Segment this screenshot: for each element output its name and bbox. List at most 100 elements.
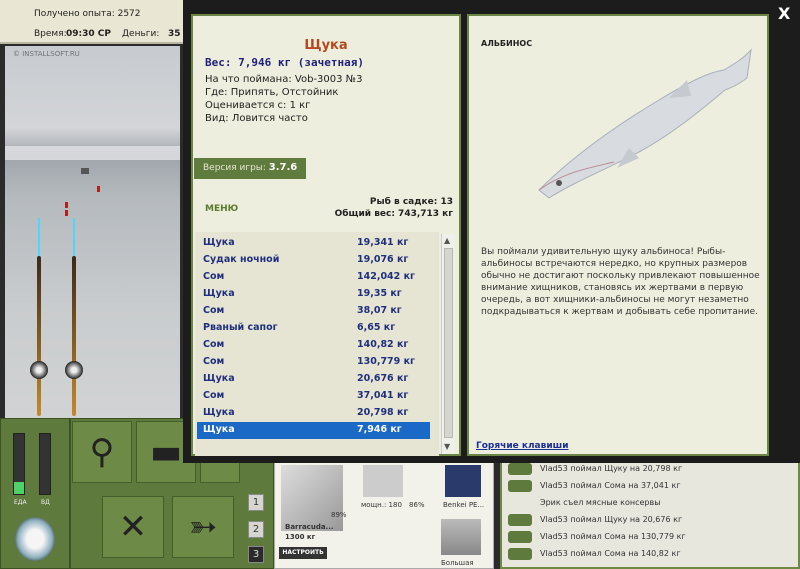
catch-row[interactable]: Щука 19,35 кг bbox=[197, 286, 430, 303]
fish-icon bbox=[508, 514, 532, 526]
rod-name: Barracuda... bbox=[285, 523, 334, 531]
float-marker bbox=[97, 186, 100, 192]
boat-silhouette bbox=[81, 168, 89, 174]
catch-row[interactable]: Сом 38,07 кг bbox=[197, 303, 430, 320]
rod-image[interactable] bbox=[281, 465, 343, 531]
status-panel: ЕДА ВД bbox=[0, 418, 70, 569]
build-button[interactable]: НАСТРОИТЬ bbox=[279, 547, 327, 559]
catch-row[interactable]: Сом 142,042 кг bbox=[197, 269, 430, 286]
watermark: © INSTALLSOFT.RU bbox=[13, 50, 80, 58]
vd-meter bbox=[39, 433, 51, 495]
catch-row[interactable]: Щука 19,341 кг bbox=[197, 235, 430, 252]
rod-tool-icon[interactable]: ⚲ bbox=[72, 421, 132, 483]
slot-button-2[interactable]: 2 bbox=[248, 521, 264, 538]
catch-fish-name: Щука bbox=[203, 407, 235, 418]
cutlery-icon[interactable]: ✕ bbox=[102, 496, 164, 558]
version-value: 3.7.6 bbox=[268, 162, 298, 173]
line-image[interactable] bbox=[445, 465, 481, 497]
reel-image[interactable] bbox=[363, 465, 403, 497]
hotkeys-link[interactable]: Горячие клавиши bbox=[476, 441, 569, 451]
keepnet-count: Рыб в садке: 13 bbox=[369, 197, 453, 207]
catch-info-panel: Щука Вес: 7,946 кг (зачетная) На что пой… bbox=[191, 14, 461, 456]
fish-description: Вы поймали удивительную щуку альбиноса! … bbox=[481, 247, 760, 317]
scroll-down-icon[interactable]: ▼ bbox=[444, 442, 450, 451]
catch-row[interactable]: Сом 130,779 кг bbox=[197, 354, 430, 371]
fish-icon bbox=[508, 531, 532, 543]
menu-button[interactable]: МЕНЮ bbox=[205, 204, 238, 214]
catch-fish-weight: 20,676 кг bbox=[357, 373, 409, 384]
catch-list[interactable]: Щука 19,341 кг Судак ночной 19,076 кг Сом 142… bbox=[195, 232, 439, 456]
catch-fish-weight: 20,798 кг bbox=[357, 407, 409, 418]
fish-icon[interactable]: ➳ bbox=[172, 496, 234, 558]
float-marker bbox=[65, 210, 68, 216]
fog-strip bbox=[5, 146, 180, 160]
rod-tip-line bbox=[38, 218, 40, 258]
log-row: Vlad53 поймал Сома на 130,779 кг bbox=[508, 530, 788, 546]
catch-row[interactable]: Щука 7,946 кг bbox=[197, 422, 430, 439]
catch-row[interactable]: Судак ночной 19,076 кг bbox=[197, 252, 430, 269]
time-label: Время: bbox=[34, 29, 67, 39]
log-row: Эрик съел мясные консервы bbox=[540, 498, 661, 507]
float-marker bbox=[65, 202, 68, 208]
catch-fish-weight: 19,35 кг bbox=[357, 288, 402, 299]
fishing-rod-2[interactable] bbox=[72, 256, 76, 416]
catch-row[interactable]: Сом 140,82 кг bbox=[197, 337, 430, 354]
fish-weight: Вес: 7,946 кг (зачетная) bbox=[205, 56, 364, 69]
catch-row[interactable]: Щука 20,798 кг bbox=[197, 405, 430, 422]
catch-row[interactable]: Сом 37,041 кг bbox=[197, 388, 430, 405]
rod-tip-line bbox=[73, 218, 75, 258]
catch-row[interactable]: Щука 20,676 кг bbox=[197, 371, 430, 388]
vd-label: ВД bbox=[41, 499, 50, 506]
catch-location: Где: Припять, Отстойник bbox=[205, 87, 339, 98]
catch-fish-weight: 6,65 кг bbox=[357, 322, 396, 333]
fish-icon bbox=[508, 463, 532, 475]
close-button[interactable]: X bbox=[778, 4, 790, 23]
scroll-thumb[interactable] bbox=[444, 248, 453, 438]
tackle-panel: Barracuda... 1300 кг 89% НАСТРОИТЬ мощн.… bbox=[274, 460, 494, 569]
money-label: Деньги: bbox=[122, 29, 160, 39]
catch-fish-weight: 140,82 кг bbox=[357, 339, 409, 350]
log-row: Vlad53 поймал Сома на 37,041 кг bbox=[508, 479, 788, 495]
fish-kind: Вид: Ловится часто bbox=[205, 113, 308, 124]
food-label: ЕДА bbox=[14, 499, 27, 506]
fishing-rod-1[interactable] bbox=[37, 256, 41, 416]
caught-on: На что поймана: Vob-3003 №3 bbox=[205, 74, 363, 85]
bait-name: Большая bbox=[441, 559, 474, 567]
log-row: Vlad53 поймал Щуку на 20,798 кг bbox=[508, 462, 788, 478]
keepnet-summary: Рыб в садке: 13 Общий вес: 743,713 кг bbox=[335, 196, 453, 220]
rating-threshold: Оценивается с: 1 кг bbox=[205, 100, 311, 111]
lake-view[interactable]: © INSTALLSOFT.RU bbox=[5, 46, 180, 418]
catch-list-scrollbar[interactable]: ▲ ▼ bbox=[441, 234, 455, 454]
catch-fish-name: Щука bbox=[203, 237, 235, 248]
event-log: Vlad53 поймал Щуку на 20,798 кг Vlad53 п… bbox=[500, 460, 800, 569]
reel-icon bbox=[30, 361, 48, 379]
reel-durability: 86% bbox=[409, 501, 425, 509]
catch-row[interactable]: Рваный сапог 6,65 кг bbox=[197, 320, 430, 337]
reel-power: мощн.: 180 bbox=[361, 501, 402, 509]
rod-test: 1300 кг bbox=[285, 533, 316, 541]
fish-icon bbox=[508, 548, 532, 560]
catch-fish-name: Сом bbox=[203, 339, 225, 350]
rod-durability: 89% bbox=[331, 511, 347, 519]
money-value: 35 bbox=[168, 29, 181, 39]
catch-fish-name: Сом bbox=[203, 356, 225, 367]
slot-button-1[interactable]: 1 bbox=[248, 494, 264, 511]
catch-fish-weight: 38,07 кг bbox=[357, 305, 402, 316]
catch-fish-weight: 142,042 кг bbox=[357, 271, 415, 282]
fish-card-panel: АЛЬБИНОС Вы поймали удивительную щуку ал… bbox=[467, 14, 769, 456]
time-value: 09:30 СР bbox=[66, 29, 111, 39]
food-pot-icon[interactable] bbox=[15, 517, 55, 561]
slot-button-3[interactable]: 3 bbox=[248, 546, 264, 563]
scroll-up-icon[interactable]: ▲ bbox=[444, 236, 450, 245]
catch-fish-weight: 19,076 кг bbox=[357, 254, 409, 265]
log-row: Vlad53 поймал Щуку на 20,676 кг bbox=[508, 513, 788, 529]
catch-fish-name: Сом bbox=[203, 271, 225, 282]
stats-panel: Получено опыта: 2572 Время: 09:30 СР Ден… bbox=[0, 0, 190, 44]
line-name: Benkei PE... bbox=[443, 501, 485, 509]
fish-icon bbox=[508, 480, 532, 492]
reel-icon bbox=[65, 361, 83, 379]
catch-fish-name: Щука bbox=[203, 424, 235, 435]
catch-fish-weight: 37,041 кг bbox=[357, 390, 409, 401]
catch-fish-weight: 130,779 кг bbox=[357, 356, 415, 367]
bait-image[interactable] bbox=[441, 519, 481, 555]
